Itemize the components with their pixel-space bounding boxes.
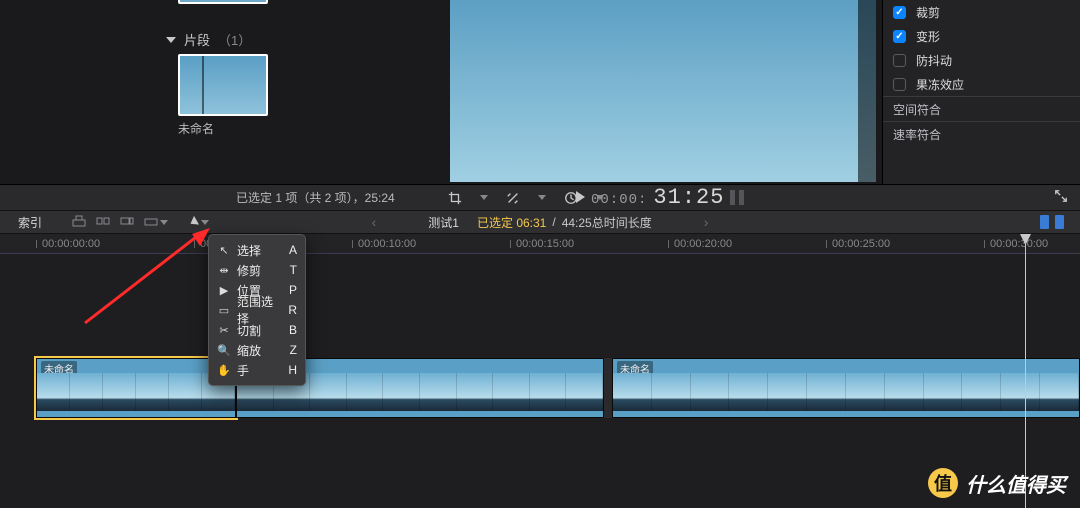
arrow-cursor-icon (188, 216, 199, 228)
fullscreen-icon[interactable] (1054, 189, 1068, 206)
tool-menu-icon: ⇹ (217, 264, 231, 277)
tool-menu-icon: ▭ (217, 304, 231, 317)
enhance-dropdown-icon[interactable] (538, 195, 546, 200)
tool-menu-item[interactable]: 🔍 缩放 Z (209, 340, 305, 360)
timecode-prefix: 00:00: (591, 192, 647, 208)
tool-menu-item[interactable]: ⇹ 修剪 T (209, 260, 305, 280)
index-button[interactable]: 索引 (18, 214, 42, 231)
crop-dropdown-icon[interactable] (480, 195, 488, 200)
ruler-timestamp: 00:00:10:00 (352, 238, 416, 250)
tool-menu-item[interactable]: ↖ 选择 A (209, 240, 305, 260)
inspector-row[interactable]: 防抖动 (883, 48, 1080, 72)
viewer-timecode: 00:00: 31:25 (576, 185, 724, 210)
timeline-ruler[interactable]: 00:00:00:0000:00:05:0000:00:10:0000:00:1… (0, 234, 1080, 254)
total-duration: 44:25总时间长度 (562, 214, 652, 231)
timecode-main: 31:25 (653, 185, 724, 210)
media-browser-panel: 片段 （1） 未命名 (0, 0, 434, 210)
playhead[interactable] (1025, 234, 1026, 508)
tool-menu-icon: ✂ (217, 324, 231, 337)
ruler-timestamp: 00:00:20:00 (668, 238, 732, 250)
tool-menu-item[interactable]: ✂ 切割 B (209, 320, 305, 340)
inspector-row[interactable]: 果冻效应 (883, 72, 1080, 96)
inspector-row[interactable]: 空间符合 (883, 97, 1080, 121)
timeline-gap[interactable] (604, 358, 612, 418)
ruler-timestamp: 00:00:00:00 (36, 238, 100, 250)
inspector-row-label: 防抖动 (916, 52, 952, 69)
watermark-badge: 值 (928, 468, 958, 498)
clips-section-count: （1） (218, 30, 251, 49)
media-thumbnail[interactable] (178, 54, 268, 116)
enhance-tool-icon[interactable] (506, 191, 520, 205)
timeline-clip[interactable]: 未命名 (612, 358, 1080, 418)
audio-meter-icon[interactable] (730, 190, 744, 205)
ruler-timestamp: 00:00:25:00 (826, 238, 890, 250)
tool-menu-shortcut: R (288, 303, 297, 317)
timeline-toolbar: 索引 ‹ 测试1 已选定 06:31 / 44:25总时间长度 › (0, 210, 1080, 234)
connect-clip-icon[interactable] (72, 215, 86, 230)
clips-section-label: 片段 (184, 30, 210, 49)
tool-menu-shortcut: Z (290, 343, 297, 357)
tool-context-menu: ↖选择A⇹修剪T▶位置P▭范围选择R✂切割B🔍缩放Z✋手H (208, 234, 306, 386)
tool-menu-label: 选择 (237, 242, 283, 259)
tool-menu-shortcut: T (290, 263, 297, 277)
project-name: 测试1 (428, 214, 459, 231)
insert-clip-icon[interactable] (96, 215, 110, 230)
tool-menu-icon: 🔍 (217, 344, 231, 357)
timeline-clip-selected[interactable]: 未命名 (36, 358, 236, 418)
viewer-panel (434, 0, 882, 210)
inspector-row-label: 果冻效应 (916, 76, 964, 93)
tool-menu-icon: ▶ (217, 284, 231, 297)
ruler-timestamp: 00:00:30:00 (984, 238, 1048, 250)
checkbox[interactable] (893, 30, 906, 43)
tool-menu-icon: ↖ (217, 244, 231, 257)
checkbox[interactable] (893, 54, 906, 67)
disclosure-triangle-icon (166, 37, 176, 43)
media-thumbnail-caption: 未命名 (178, 120, 214, 137)
viewer-toolstrip: 已选定 1 项（共 2 项），25:24 00:00: 31:25 (0, 184, 1080, 210)
inspector-row[interactable]: 变形 (883, 24, 1080, 48)
watermark-text: 什么值得买 (966, 469, 1066, 498)
inspector-row-label: 裁剪 (916, 4, 940, 21)
next-project-button[interactable]: › (704, 214, 709, 230)
play-icon[interactable] (576, 191, 585, 203)
selected-duration: 06:31 (516, 216, 546, 230)
tool-menu-label: 手 (237, 362, 282, 379)
clips-section-header[interactable]: 片段 （1） (166, 30, 251, 49)
overwrite-clip-icon[interactable] (144, 215, 168, 230)
chevron-down-icon (201, 220, 209, 225)
tool-menu-shortcut: H (288, 363, 297, 377)
prev-project-button[interactable]: ‹ (372, 214, 377, 230)
checkbox[interactable] (893, 6, 906, 19)
tool-menu-item[interactable]: ▭范围选择R (209, 300, 305, 320)
media-thumbnail-partial[interactable] (178, 0, 268, 4)
inspector-row[interactable]: 裁剪 (883, 0, 1080, 24)
crop-tool-icon[interactable] (448, 191, 462, 205)
tool-menu-shortcut: P (289, 283, 297, 297)
tool-menu-label: 修剪 (237, 262, 284, 279)
ruler-timestamp: 00:00:15:00 (510, 238, 574, 250)
tool-selector-dropdown[interactable] (190, 217, 209, 227)
tool-menu-shortcut: A (289, 243, 297, 257)
viewer-frame[interactable] (450, 0, 876, 182)
browser-selection-status: 已选定 1 项（共 2 项），25:24 (236, 189, 395, 206)
tool-menu-item[interactable]: ✋ 手H (209, 360, 305, 380)
tool-menu-shortcut: B (289, 323, 297, 337)
tool-menu-label: 缩放 (237, 342, 284, 359)
checkbox[interactable] (893, 78, 906, 91)
tool-menu-label: 切割 (237, 322, 283, 339)
inspector-panel: 裁剪变形防抖动果冻效应空间符合速率符合 (882, 0, 1080, 210)
skimming-toggle-icons[interactable] (1040, 215, 1064, 229)
append-clip-icon[interactable] (120, 215, 134, 230)
tool-menu-icon: ✋ (217, 364, 231, 377)
watermark: 值 什么值得买 (928, 468, 1066, 498)
inspector-row[interactable]: 速率符合 (883, 122, 1080, 146)
inspector-row-label: 变形 (916, 28, 940, 45)
